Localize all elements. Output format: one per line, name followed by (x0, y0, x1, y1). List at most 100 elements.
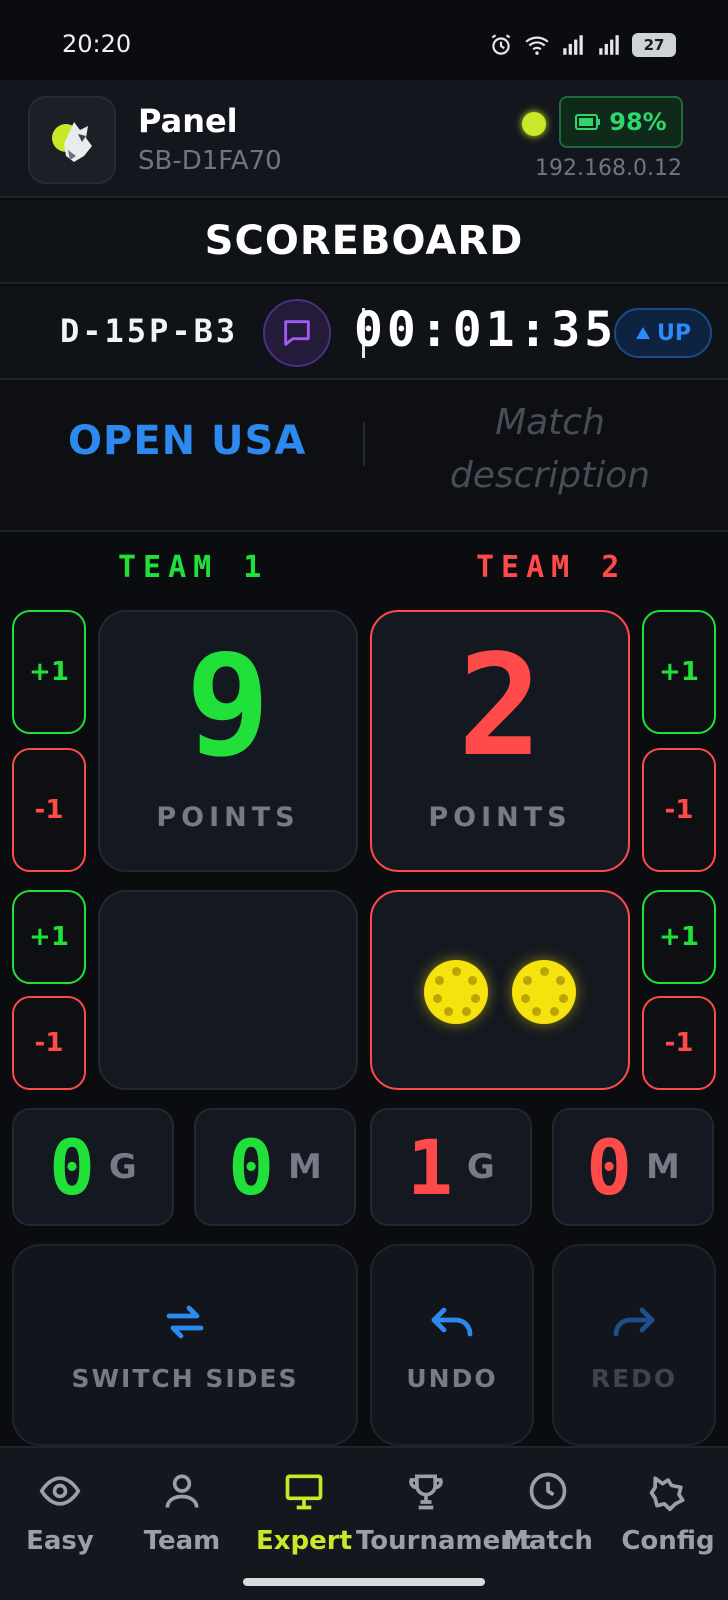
team2-serve-minus-button[interactable]: -1 (642, 996, 716, 1090)
team2-label: TEAM 2 (476, 550, 627, 585)
status-time: 20:20 (62, 30, 132, 58)
team1-serve-minus-button[interactable]: -1 (12, 996, 86, 1090)
device-battery-badge: 98% (559, 96, 683, 148)
games-unit: G (466, 1147, 495, 1187)
trophy-icon (409, 1474, 443, 1510)
user-icon (165, 1474, 199, 1508)
monitor-icon (285, 1474, 323, 1510)
device-id: SB-D1FA70 (138, 146, 282, 176)
page-title: SCOREBOARD (204, 218, 524, 264)
undo-label: UNDO (406, 1364, 498, 1393)
tournament-name[interactable]: OPEN USA (68, 418, 306, 464)
timer-direction-label: UP (657, 320, 691, 346)
team1-points-minus-button[interactable]: -1 (12, 748, 86, 872)
match-code: D-15P-B3 (60, 312, 239, 350)
match-divider (363, 422, 365, 466)
nav-tournament[interactable]: Tournament (356, 1466, 532, 1556)
switch-sides-button[interactable]: SWITCH SIDES (12, 1244, 358, 1446)
nav-easy[interactable]: Easy (0, 1466, 130, 1556)
match-description-field[interactable]: Match description (430, 396, 670, 502)
nav-tournament-label: Tournament (356, 1526, 532, 1556)
matches-unit: M (287, 1147, 322, 1187)
bottom-navigation: Easy Team Expert Tournament Match Config (0, 1446, 728, 1600)
team2-games-counter[interactable]: 1 G (370, 1108, 532, 1226)
page-title-bar: SCOREBOARD (0, 200, 728, 284)
team1-games-counter[interactable]: 0 G (12, 1108, 174, 1226)
online-status-dot (522, 112, 546, 136)
pickleball-icon (512, 960, 576, 1024)
team1-matches-counter[interactable]: 0 M (194, 1108, 356, 1226)
wolf-logo-icon (52, 122, 92, 162)
plus-label: +1 (659, 922, 699, 952)
team1-points-plus-button[interactable]: +1 (12, 610, 86, 734)
team2-points-card[interactable]: 2 POINTS (370, 610, 630, 872)
nav-config-label: Config (621, 1526, 715, 1556)
minus-label: -1 (664, 1028, 694, 1058)
nav-team-label: Team (143, 1526, 221, 1556)
signal-icon (563, 35, 583, 55)
team1-points: 9 (185, 625, 271, 788)
battery-icon (575, 114, 601, 130)
team2-games: 1 (407, 1122, 453, 1212)
minus-label: -1 (34, 1028, 64, 1058)
timer-direction-button[interactable]: UP (614, 308, 712, 358)
nav-match-label: Match (503, 1526, 593, 1556)
status-bar: 20:20 27 (0, 0, 728, 80)
team2-matches-counter[interactable]: 0 M (552, 1108, 714, 1226)
team1-matches: 0 (228, 1122, 274, 1212)
matches-unit: M (645, 1147, 680, 1187)
plus-label: +1 (29, 657, 69, 687)
redo-icon (613, 1307, 655, 1337)
alarm-icon (491, 34, 511, 55)
match-info-row: D-15P-B3 00:01:35 UP (0, 286, 728, 380)
pickleball-icon (424, 960, 488, 1024)
chat-button[interactable] (263, 299, 331, 367)
config-icon (649, 1476, 685, 1512)
team1-games: 0 (49, 1122, 95, 1212)
header-title: Panel (138, 102, 238, 140)
redo-button[interactable]: REDO (552, 1244, 716, 1446)
match-details-row: OPEN USA Match description (0, 382, 728, 532)
team2-points-minus-button[interactable]: -1 (642, 748, 716, 872)
nav-expert-label: Expert (255, 1526, 353, 1556)
points-label: POINTS (428, 802, 572, 833)
team1-serve-plus-button[interactable]: +1 (12, 890, 86, 984)
nav-match[interactable]: Match (478, 1466, 618, 1556)
team2-points-plus-button[interactable]: +1 (642, 610, 716, 734)
triangle-up-icon (636, 327, 650, 339)
match-timer[interactable]: 00:01:35 (354, 302, 617, 358)
chat-icon (284, 320, 310, 346)
clock-icon (529, 1472, 567, 1510)
redo-label: REDO (590, 1364, 678, 1393)
games-unit: G (108, 1147, 137, 1187)
eye-icon (39, 1476, 81, 1506)
team2-serve-card[interactable] (370, 890, 630, 1090)
device-header: Panel SB-D1FA70 98% 192.168.0.12 (0, 80, 728, 198)
switch-sides-label: SWITCH SIDES (71, 1364, 299, 1393)
signal-icon (599, 35, 619, 55)
device-avatar[interactable] (28, 96, 116, 184)
device-ip: 192.168.0.12 (535, 156, 682, 181)
nav-config[interactable]: Config (598, 1466, 728, 1556)
nav-expert[interactable]: Expert (234, 1466, 374, 1556)
team2-matches: 0 (586, 1122, 632, 1212)
undo-icon (431, 1307, 473, 1337)
team2-serve-plus-button[interactable]: +1 (642, 890, 716, 984)
team1-points-card[interactable]: 9 POINTS (98, 610, 358, 872)
battery-indicator: 27 (632, 33, 676, 57)
plus-label: +1 (659, 657, 699, 687)
status-icons: 27 (488, 32, 676, 58)
team1-serve-card[interactable] (98, 890, 358, 1090)
undo-button[interactable]: UNDO (370, 1244, 534, 1446)
points-label: POINTS (156, 802, 300, 833)
wifi-icon (525, 36, 549, 55)
plus-label: +1 (29, 922, 69, 952)
swap-icon (166, 1305, 204, 1339)
team1-label: TEAM 1 (118, 550, 269, 585)
home-indicator[interactable] (243, 1578, 485, 1586)
nav-easy-label: Easy (26, 1526, 94, 1556)
nav-team[interactable]: Team (112, 1466, 252, 1556)
battery-percent: 98% (609, 108, 667, 136)
minus-label: -1 (664, 795, 694, 825)
minus-label: -1 (34, 795, 64, 825)
